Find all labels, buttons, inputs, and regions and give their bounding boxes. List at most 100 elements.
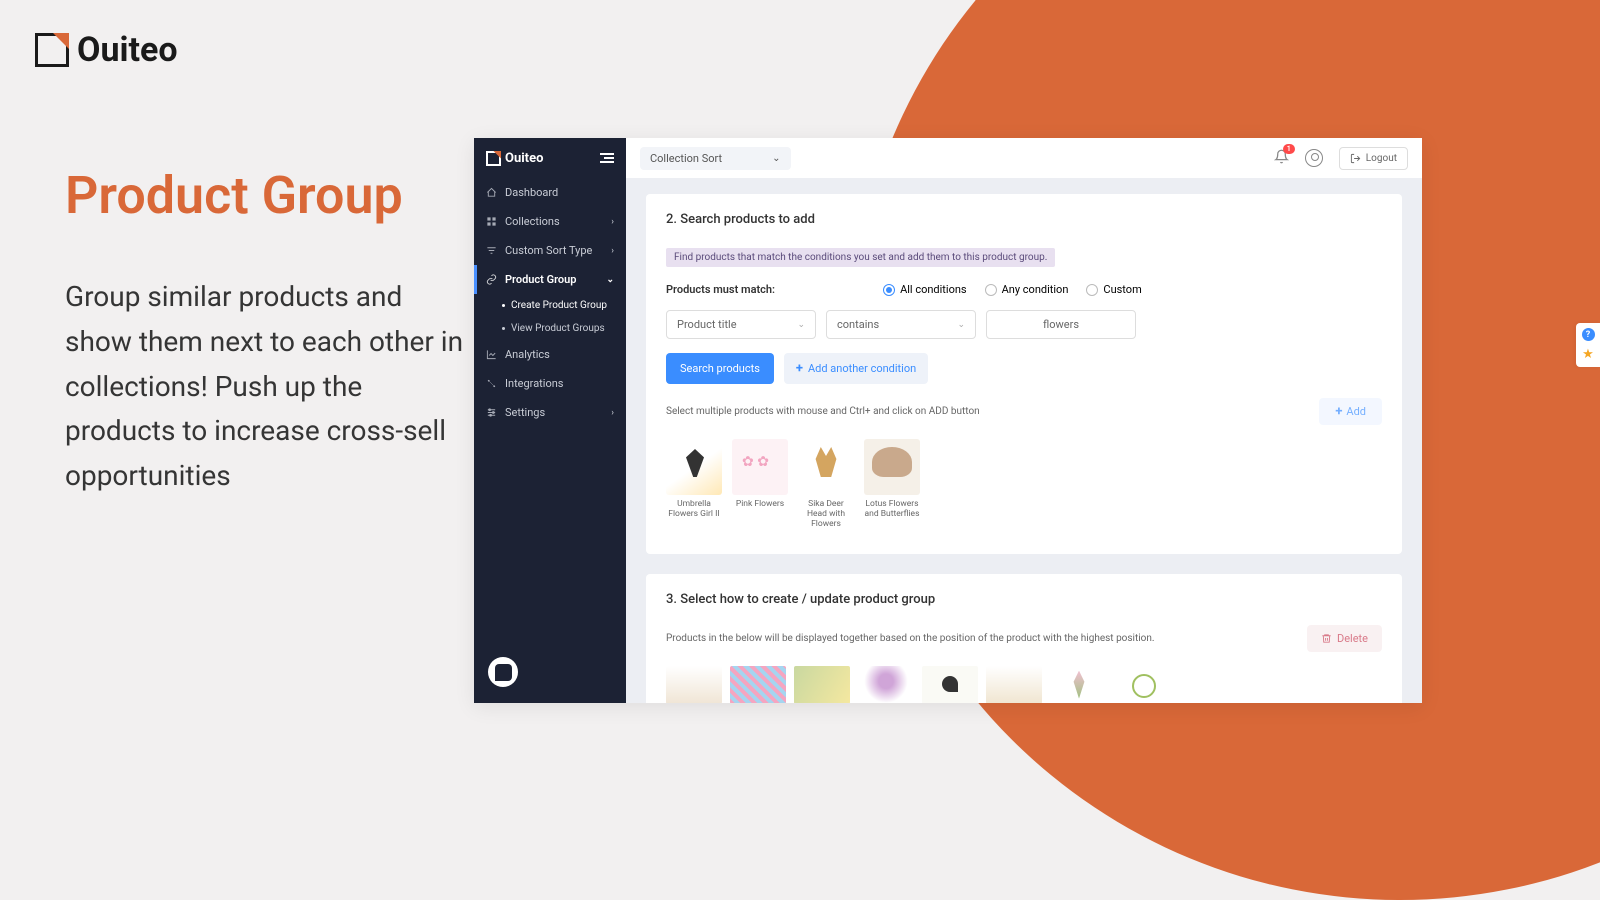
bullet-icon [502, 327, 505, 330]
sidebar-item-dashboard[interactable]: Dashboard [474, 178, 626, 207]
help-icon[interactable]: ? [1582, 328, 1595, 341]
add-button[interactable]: + Add [1319, 398, 1382, 425]
product-tile[interactable]: Lotus Flowers and Butterflies [864, 439, 920, 530]
sidebar-item-custom-sort[interactable]: Custom Sort Type › [474, 236, 626, 265]
section-title: 2. Search products to add [666, 212, 1382, 227]
button-label: Add [1346, 405, 1366, 418]
chat-bubble-button[interactable] [488, 657, 518, 687]
nav-label: Settings [505, 406, 545, 419]
app-window: Ouiteo Dashboard Collections › Custom So… [474, 138, 1422, 703]
chevron-right-icon: › [611, 217, 614, 227]
match-conditions-row: Products must match: All conditions Any … [666, 283, 1382, 296]
product-name: Umbrella Flowers Girl II [666, 499, 722, 519]
avatar-button[interactable] [1305, 149, 1323, 167]
field-select[interactable]: Product title [666, 310, 816, 339]
topbar: Collection Sort 1 Logout [626, 138, 1422, 178]
product-thumbnail[interactable] [986, 666, 1042, 703]
product-name: Lotus Flowers and Butterflies [864, 499, 920, 519]
trash-icon [1321, 633, 1332, 644]
logout-icon [1350, 153, 1361, 164]
sidebar-header: Ouiteo [474, 138, 626, 178]
radio-all-conditions[interactable]: All conditions [883, 283, 967, 296]
sidebar-subitem-create[interactable]: Create Product Group [474, 294, 626, 317]
nav-label: Analytics [505, 348, 550, 361]
product-thumbnail[interactable] [1050, 666, 1106, 703]
action-buttons: Search products + Add another condition [666, 353, 1382, 384]
radio-label: Custom [1103, 283, 1141, 296]
product-thumbnail[interactable] [1114, 666, 1170, 703]
product-tile[interactable]: Umbrella Flowers Girl II [666, 439, 722, 530]
nav-label: Product Group [505, 273, 576, 286]
chat-icon [495, 664, 512, 681]
product-thumbnail[interactable] [794, 666, 850, 703]
match-label: Products must match: [666, 283, 775, 296]
sparkle-icon [486, 378, 497, 389]
chevron-right-icon: › [611, 408, 614, 418]
page-description: Group similar products and show them nex… [65, 275, 465, 499]
notifications-button[interactable]: 1 [1274, 149, 1289, 168]
product-tile[interactable]: Pink Flowers [732, 439, 788, 530]
collection-sort-dropdown[interactable]: Collection Sort [640, 147, 791, 170]
home-icon [486, 187, 497, 198]
radio-any-condition[interactable]: Any condition [985, 283, 1069, 296]
star-icon[interactable]: ★ [1582, 347, 1594, 362]
section-description: Products in the below will be displayed … [666, 633, 1155, 644]
bullet-icon [502, 304, 505, 307]
notification-badge: 1 [1283, 144, 1295, 154]
nav-label: Collections [505, 215, 560, 228]
nav-label: Integrations [505, 377, 563, 390]
brand-logo: Ouiteo [35, 30, 178, 70]
select-group-card: 3. Select how to create / update product… [646, 574, 1402, 703]
product-name: Pink Flowers [732, 499, 788, 509]
product-image [732, 439, 788, 495]
subitem-label: Create Product Group [511, 300, 607, 311]
logout-button[interactable]: Logout [1339, 147, 1408, 170]
product-tile[interactable]: Sika Deer Head with Flowers [798, 439, 854, 530]
product-thumbnail[interactable] [858, 666, 914, 703]
search-products-button[interactable]: Search products [666, 353, 774, 384]
value-input[interactable] [986, 310, 1136, 339]
radio-icon [1086, 284, 1098, 296]
search-products-card: 2. Search products to add Find products … [646, 194, 1402, 554]
logo-text: Ouiteo [77, 30, 178, 70]
sidebar-item-settings[interactable]: Settings › [474, 398, 626, 427]
subitem-label: View Product Groups [511, 323, 605, 334]
operator-select[interactable]: contains [826, 310, 976, 339]
radio-icon [883, 284, 895, 296]
topbar-right: 1 Logout [1274, 147, 1408, 170]
sidebar-item-analytics[interactable]: Analytics [474, 340, 626, 369]
product-thumbnail[interactable] [730, 666, 786, 703]
sidebar-item-integrations[interactable]: Integrations [474, 369, 626, 398]
product-thumbnail[interactable] [922, 666, 978, 703]
radio-label: All conditions [900, 283, 967, 296]
products-grid: Umbrella Flowers Girl II Pink Flowers Si… [666, 439, 1382, 530]
sidebar: Ouiteo Dashboard Collections › Custom So… [474, 138, 626, 703]
product-name: Sika Deer Head with Flowers [798, 499, 854, 530]
sidebar-item-product-group[interactable]: Product Group ⌄ [474, 265, 626, 294]
chevron-right-icon: › [611, 246, 614, 256]
product-image [864, 439, 920, 495]
sidebar-item-collections[interactable]: Collections › [474, 207, 626, 236]
menu-toggle-icon[interactable] [600, 153, 614, 163]
delete-button[interactable]: Delete [1307, 625, 1382, 652]
product-thumbnail[interactable] [666, 666, 722, 703]
section-title: 3. Select how to create / update product… [666, 592, 1382, 607]
logo-icon [486, 151, 501, 166]
logout-label: Logout [1366, 153, 1397, 164]
nav-label: Custom Sort Type [505, 244, 592, 257]
radio-custom[interactable]: Custom [1086, 283, 1141, 296]
button-label: Add another condition [808, 362, 916, 375]
helper-text: Select multiple products with mouse and … [666, 406, 980, 417]
radio-group: All conditions Any condition Custom [883, 283, 1142, 296]
mini-logo[interactable]: Ouiteo [486, 151, 543, 166]
add-condition-button[interactable]: + Add another condition [784, 353, 928, 384]
help-tabs: ? ★ [1576, 323, 1600, 367]
logo-text: Ouiteo [505, 151, 543, 166]
condition-row: Product title contains [666, 310, 1382, 339]
sidebar-subitem-view[interactable]: View Product Groups [474, 317, 626, 340]
product-image [666, 439, 722, 495]
grid-icon [486, 216, 497, 227]
chart-icon [486, 349, 497, 360]
plus-icon: + [796, 361, 803, 376]
main-content: Collection Sort 1 Logout 2. Search produ… [626, 138, 1422, 703]
